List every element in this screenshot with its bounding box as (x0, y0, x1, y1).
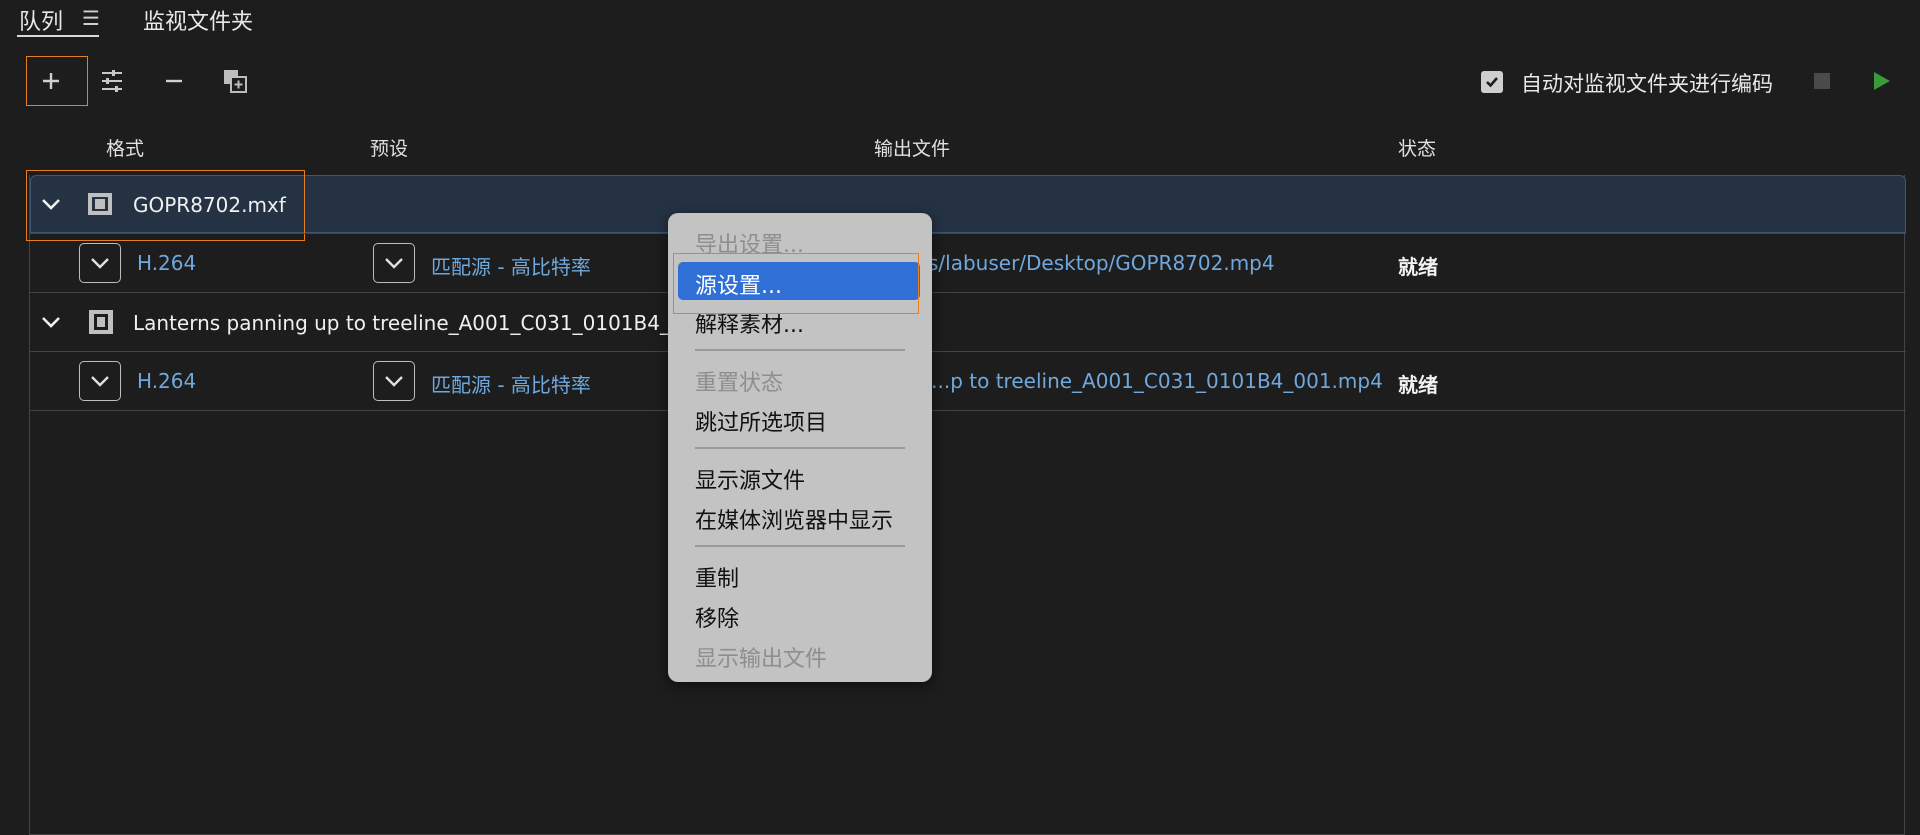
status-text: 就绪 (1398, 255, 1438, 279)
preset-link[interactable]: 匹配源 - 高比特率 (431, 251, 591, 280)
collapse-chevron-icon[interactable] (41, 194, 61, 214)
chevron-down-icon (91, 258, 109, 269)
minus-icon (166, 79, 182, 83)
checkmark-icon (1486, 77, 1498, 88)
add-source-button[interactable] (34, 64, 68, 98)
column-header-status[interactable]: 状态 (1398, 134, 1436, 161)
menu-item-remove[interactable]: 移除 (695, 601, 739, 633)
menu-item-reveal-output: 显示输出文件 (695, 647, 828, 672)
menu-item-reveal-source[interactable]: 显示源文件 (695, 463, 805, 495)
tab-queue[interactable]: 队列 (19, 4, 63, 36)
sliders-icon (102, 70, 122, 92)
collapse-chevron-icon[interactable] (41, 312, 61, 332)
menu-item-reset-status: 重置状态 (695, 371, 784, 396)
chevron-down-icon (91, 376, 109, 387)
menu-item-source-settings-label: 源设置... (695, 274, 782, 299)
column-header-output[interactable]: 输出文件 (874, 134, 950, 161)
format-link[interactable]: H.264 (137, 251, 196, 275)
menu-item-interpret-footage[interactable]: 解释素材... (695, 307, 804, 339)
output-file-link[interactable]: s/...p to treeline_A001_C031_0101B4_001.… (914, 369, 1383, 393)
preset-dropdown-button[interactable] (373, 243, 415, 283)
panel-menu-icon[interactable]: ☰ (82, 6, 100, 30)
status-text: 就绪 (1398, 373, 1438, 397)
column-header-preset[interactable]: 预设 (370, 134, 408, 161)
menu-item-duplicate[interactable]: 重制 (695, 561, 739, 593)
tab-queue-underline (17, 35, 99, 37)
duplicate-button[interactable] (218, 64, 252, 98)
menu-item-skip-selected[interactable]: 跳过所选项目 (695, 405, 827, 437)
menu-item-export-settings: 导出设置... (695, 233, 804, 258)
menu-separator (695, 349, 905, 351)
duplicate-icon (224, 70, 247, 93)
queue-item-row[interactable] (30, 175, 1906, 233)
source-file-name: Lanterns panning up to treeline_A001_C03… (133, 311, 709, 335)
chevron-down-icon (385, 258, 403, 269)
remove-button[interactable] (157, 64, 191, 98)
menu-item-source-settings[interactable]: 源设置... (678, 262, 920, 300)
film-clip-icon (87, 191, 113, 217)
preset-settings-button[interactable] (95, 64, 129, 98)
format-link[interactable]: H.264 (137, 369, 196, 393)
film-clip-icon (88, 309, 114, 335)
format-dropdown-button[interactable] (79, 243, 121, 283)
menu-item-reveal-in-media-browser[interactable]: 在媒体浏览器中显示 (695, 503, 893, 535)
stop-queue-button[interactable] (1814, 73, 1830, 89)
chevron-down-icon (385, 376, 403, 387)
format-dropdown-button[interactable] (79, 361, 121, 401)
menu-separator (695, 545, 905, 547)
column-header-format[interactable]: 格式 (106, 134, 144, 161)
output-file-link[interactable]: s/labuser/Desktop/GOPR8702.mp4 (928, 251, 1275, 275)
menu-separator (695, 447, 905, 449)
preset-link[interactable]: 匹配源 - 高比特率 (431, 369, 591, 398)
tab-watch-folders[interactable]: 监视文件夹 (143, 4, 253, 36)
auto-encode-label: 自动对监视文件夹进行编码 (1521, 72, 1773, 96)
context-menu: 导出设置... 源设置... 解释素材... 重置状态 跳过所选项目 显示源文件… (668, 213, 932, 682)
start-queue-button[interactable] (1874, 72, 1890, 90)
auto-encode-checkbox[interactable] (1481, 71, 1503, 93)
plus-icon (43, 73, 59, 89)
preset-dropdown-button[interactable] (373, 361, 415, 401)
source-file-name: GOPR8702.mxf (133, 193, 286, 217)
